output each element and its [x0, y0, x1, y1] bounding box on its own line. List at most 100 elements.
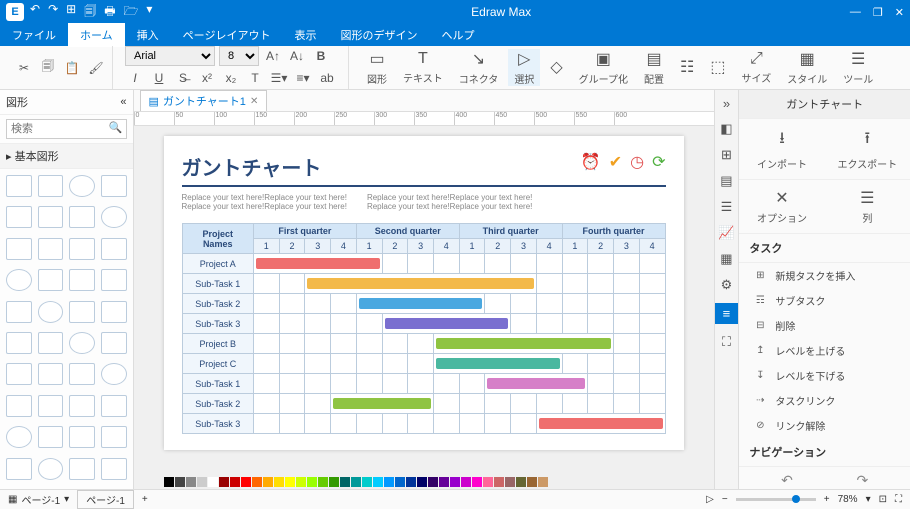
align-icon[interactable]: ≡▾: [293, 68, 313, 88]
panel-action[interactable]: ✕オプション: [739, 180, 824, 233]
shape-thumb[interactable]: [38, 458, 64, 480]
color-swatch[interactable]: [219, 477, 229, 487]
color-swatch[interactable]: [417, 477, 427, 487]
shape-thumb[interactable]: [101, 238, 127, 260]
shape-thumb[interactable]: [69, 458, 95, 480]
color-swatch[interactable]: [362, 477, 372, 487]
zoom-out-icon[interactable]: −: [722, 494, 728, 505]
task-action[interactable]: ⊘リンク解除: [739, 413, 910, 438]
shape-thumb[interactable]: [101, 269, 127, 291]
task-action[interactable]: ↧レベルを下げる: [739, 363, 910, 388]
color-swatch[interactable]: [351, 477, 361, 487]
table-icon[interactable]: ▦: [720, 251, 732, 267]
color-swatch[interactable]: [384, 477, 394, 487]
add-page-button[interactable]: +: [142, 494, 148, 505]
dropdown-icon[interactable]: ▾: [866, 494, 871, 505]
font-grow-icon[interactable]: A↑: [263, 46, 283, 66]
window-button[interactable]: —: [850, 6, 861, 19]
collapse-icon[interactable]: «: [120, 96, 126, 108]
ribbon-button[interactable]: ⬚: [704, 57, 731, 79]
color-swatch[interactable]: [395, 477, 405, 487]
panel-action[interactable]: ☰列: [825, 180, 910, 233]
shape-thumb[interactable]: [101, 458, 127, 480]
ribbon-button[interactable]: ↘コネクタ: [453, 49, 505, 86]
dropdown-icon[interactable]: ▾: [64, 494, 69, 505]
shape-thumb[interactable]: [69, 301, 95, 323]
shape-thumb[interactable]: [6, 458, 32, 480]
ribbon-button[interactable]: ◇: [544, 57, 568, 79]
color-swatch[interactable]: [505, 477, 515, 487]
shape-thumb[interactable]: [6, 269, 32, 291]
menu-item[interactable]: 図形のデザイン: [328, 23, 429, 47]
expand-icon[interactable]: »: [723, 96, 730, 111]
ribbon-button[interactable]: ▭図形: [361, 49, 393, 86]
color-swatch[interactable]: [197, 477, 207, 487]
shape-thumb[interactable]: [6, 426, 32, 448]
shape-thumb[interactable]: [38, 395, 64, 417]
color-swatch[interactable]: [296, 477, 306, 487]
color-swatch[interactable]: [208, 477, 218, 487]
document-tab[interactable]: ▤ ガントチャート1 ✕: [140, 90, 268, 111]
color-swatch[interactable]: [241, 477, 251, 487]
qat-button[interactable]: 🖶: [104, 2, 115, 23]
shape-thumb[interactable]: [6, 175, 32, 197]
color-swatch[interactable]: [483, 477, 493, 487]
shape-thumb[interactable]: [6, 206, 32, 228]
shape-thumb[interactable]: [101, 395, 127, 417]
shape-thumb[interactable]: [69, 206, 95, 228]
ribbon-button[interactable]: ▣グループ化: [573, 49, 634, 86]
shape-thumb[interactable]: [6, 332, 32, 354]
task-action[interactable]: ⊞新規タスクを挿入: [739, 263, 910, 288]
shape-thumb[interactable]: [6, 238, 32, 260]
menu-item[interactable]: ページレイアウト: [171, 23, 283, 47]
grid-icon[interactable]: ⊞: [721, 147, 732, 163]
shape-thumb[interactable]: [101, 426, 127, 448]
color-swatch[interactable]: [274, 477, 284, 487]
shape-thumb[interactable]: [38, 363, 64, 385]
font-family-select[interactable]: Arial: [125, 46, 215, 66]
shape-thumb[interactable]: [101, 175, 127, 197]
fit-page-icon[interactable]: ⊡: [879, 494, 887, 505]
settings-icon[interactable]: ⚙: [721, 277, 733, 293]
color-swatch[interactable]: [263, 477, 273, 487]
color-swatch[interactable]: [461, 477, 471, 487]
ribbon-button[interactable]: ▦スタイル: [781, 49, 833, 86]
fullscreen-icon[interactable]: ⛶: [722, 334, 731, 350]
task-action[interactable]: ☶サブタスク: [739, 288, 910, 313]
close-icon[interactable]: ✕: [250, 96, 258, 107]
qat-button[interactable]: ⊞: [66, 2, 76, 23]
qat-button[interactable]: ↷: [48, 2, 58, 23]
shape-thumb[interactable]: [101, 206, 127, 228]
task-action[interactable]: ⊟削除: [739, 313, 910, 338]
page-selector[interactable]: ▦ ページ-1 ▾: [8, 492, 69, 507]
ribbon-button[interactable]: ☰ツール: [837, 49, 879, 86]
color-swatch[interactable]: [450, 477, 460, 487]
highlight-icon[interactable]: ab: [317, 68, 337, 88]
zoom-in-icon[interactable]: +: [824, 494, 830, 505]
shape-thumb[interactable]: [38, 332, 64, 354]
gantt-chart[interactable]: ProjectNamesFirst quarterSecond quarterT…: [182, 223, 666, 434]
menu-item[interactable]: ヘルプ: [429, 23, 486, 47]
font-size-select[interactable]: 8: [219, 46, 259, 66]
shape-thumb[interactable]: [38, 238, 64, 260]
shape-thumb[interactable]: [69, 269, 95, 291]
menu-item[interactable]: 表示: [282, 23, 328, 47]
zoom-slider[interactable]: [736, 498, 816, 501]
shape-thumb[interactable]: [69, 332, 95, 354]
ribbon-button[interactable]: ▷選択: [508, 49, 540, 86]
search-icon[interactable]: 🔍: [109, 121, 123, 134]
shape-thumb[interactable]: [69, 426, 95, 448]
shape-thumb[interactable]: [69, 363, 95, 385]
shapes-category[interactable]: ▸ 基本図形: [0, 144, 133, 169]
color-swatch[interactable]: [252, 477, 262, 487]
task-icon[interactable]: ☰: [721, 199, 733, 215]
paste-icon[interactable]: 📋: [62, 58, 82, 78]
task-action[interactable]: ⇢タスクリンク: [739, 388, 910, 413]
chart-icon[interactable]: 📈: [718, 225, 734, 241]
nav-next-icon[interactable]: ↷: [856, 472, 868, 489]
shape-thumb[interactable]: [69, 395, 95, 417]
color-swatch[interactable]: [494, 477, 504, 487]
shape-thumb[interactable]: [69, 175, 95, 197]
copy-icon[interactable]: 🗐: [38, 58, 58, 78]
ribbon-button[interactable]: ▤配置: [638, 49, 670, 86]
